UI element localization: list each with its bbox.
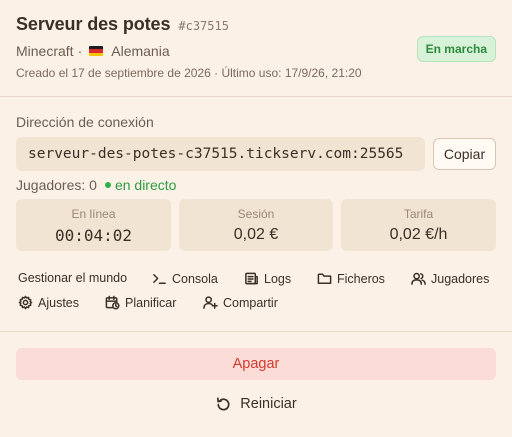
user-plus-icon: [203, 295, 218, 310]
server-country: Alemania: [111, 43, 170, 59]
stat-rate: Tarifa 0,02 €/h: [341, 199, 496, 251]
manage-world-label: Gestionar el mundo: [18, 271, 128, 285]
stat-label: En línea: [71, 207, 116, 221]
stat-session: Sesión 0,02 €: [179, 199, 333, 251]
restart-button[interactable]: Reiniciar: [0, 392, 512, 416]
actions-divider: [0, 331, 512, 332]
game-name: Minecraft: [16, 43, 74, 59]
share-button[interactable]: Compartir: [203, 295, 278, 310]
players-count: Jugadores: 0: [16, 177, 97, 193]
copy-button[interactable]: Copiar: [433, 138, 496, 170]
status-badge: En marcha: [416, 36, 496, 62]
terminal-icon: [152, 271, 167, 286]
calendar-clock-icon: [105, 295, 120, 310]
settings-label: Ajustes: [38, 295, 79, 310]
users-icon: [411, 271, 426, 286]
players-button[interactable]: Jugadores: [411, 271, 489, 286]
germany-flag-icon: [89, 46, 104, 56]
stat-label: Sesión: [237, 207, 275, 221]
gear-icon: [18, 295, 33, 310]
server-meta: Creado el 17 de septiembre de 2026 · Últ…: [16, 66, 362, 80]
connection-label: Dirección de conexión: [16, 114, 154, 130]
restart-label: Reiniciar: [240, 396, 297, 412]
players-row: Jugadores: 0 en directo: [16, 177, 176, 193]
schedule-label: Planificar: [125, 295, 177, 310]
manage-world-button[interactable]: Gestionar el mundo: [18, 271, 127, 285]
server-name: Serveur des potes: [16, 14, 171, 34]
title-row: Serveur des potes #c37515: [16, 14, 496, 35]
files-label: Ficheros: [337, 271, 385, 286]
server-card: Serveur des potes #c37515 Minecraft · Al…: [0, 0, 512, 437]
shutdown-button[interactable]: Apagar: [16, 348, 496, 380]
settings-button[interactable]: Ajustes: [18, 295, 79, 310]
live-dot-icon: [104, 182, 111, 188]
stat-value: 0,02 €/h: [389, 226, 448, 243]
restart-icon: [217, 397, 230, 410]
server-id: #c37515: [178, 19, 229, 33]
subtitle-separator: ·: [77, 43, 83, 59]
players-label: Jugadores: [431, 271, 490, 286]
folder-icon: [317, 271, 332, 286]
logs-icon: [244, 271, 259, 286]
logs-label: Logs: [264, 271, 292, 286]
share-label: Compartir: [223, 295, 278, 310]
live-indicator: en directo: [114, 177, 177, 193]
console-button[interactable]: Consola: [152, 271, 218, 286]
logs-button[interactable]: Logs: [244, 271, 291, 286]
connection-address[interactable]: serveur-des-potes-c37515.tickserv.com:25…: [16, 137, 425, 171]
schedule-button[interactable]: Planificar: [105, 295, 176, 310]
stat-label: Tarifa: [403, 207, 434, 221]
console-label: Consola: [172, 271, 218, 286]
stat-value: 0,02 €: [233, 226, 279, 243]
files-button[interactable]: Ficheros: [317, 271, 385, 286]
stat-uptime: En línea 00:04:02: [16, 199, 171, 251]
header-divider: [0, 96, 512, 97]
stat-value: 00:04:02: [54, 226, 133, 245]
